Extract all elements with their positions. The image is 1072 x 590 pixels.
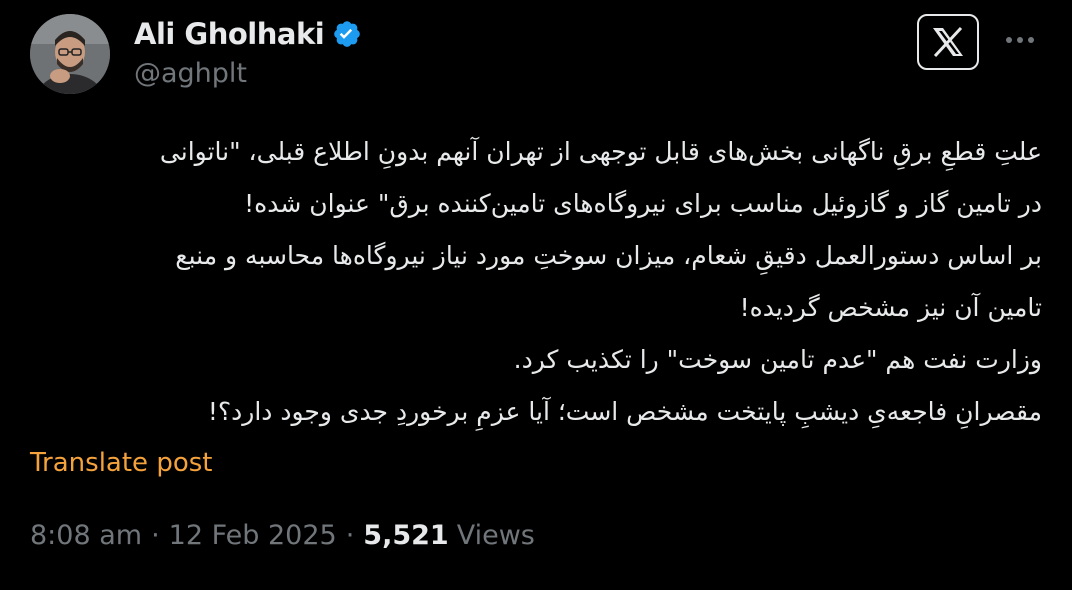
more-horizontal-icon-dot [1028,37,1034,43]
tweet-line: وزارت نفت هم "عدم تامین سوخت" را تکذیب ک… [513,345,1042,374]
tweet-line: مقصرانِ فاجعه‌یِ دیشبِ پایتخت مشخص است؛ … [207,397,1042,426]
author-handle[interactable]: @aghplt [134,58,247,89]
avatar[interactable] [30,14,110,94]
verified-badge-icon [332,19,362,49]
tweet-time[interactable]: 8:08 am [30,520,142,551]
author-name-row[interactable]: Ali Gholhaki [134,14,362,54]
avatar-image [30,14,110,94]
tweet-meta: 8:08 am · 12 Feb 2025 · 5,521 Views [30,520,535,551]
x-logo-icon [933,26,963,58]
tweet-line: در تامین گاز و گازوئیل مناسب برای نیروگا… [244,189,1042,218]
x-logo-button[interactable] [917,14,979,70]
views-count: 5,521 [363,520,449,551]
translate-post-link[interactable]: Translate post [30,448,212,478]
meta-separator: · [345,520,355,551]
views-label: Views [456,520,535,551]
tweet-line: بر اساس دستورالعمل دقیقِ شعام، میزان سوخ… [175,241,1042,270]
more-horizontal-icon [1006,37,1012,43]
tweet-line: علتِ قطعِ برقِ ناگهانی بخش‌های قابل توجه… [159,137,1042,166]
tweet-line: تامین آن نیز مشخص گردیده! [739,293,1042,322]
meta-separator: · [151,520,160,551]
more-horizontal-icon-dot [1017,37,1023,43]
tweet-date[interactable]: 12 Feb 2025 [169,520,337,551]
more-options-button[interactable] [1000,24,1040,56]
author-display-name[interactable]: Ali Gholhaki [134,17,325,51]
tweet-text: علتِ قطعِ برقِ ناگهانی بخش‌های قابل توجه… [30,126,1042,438]
